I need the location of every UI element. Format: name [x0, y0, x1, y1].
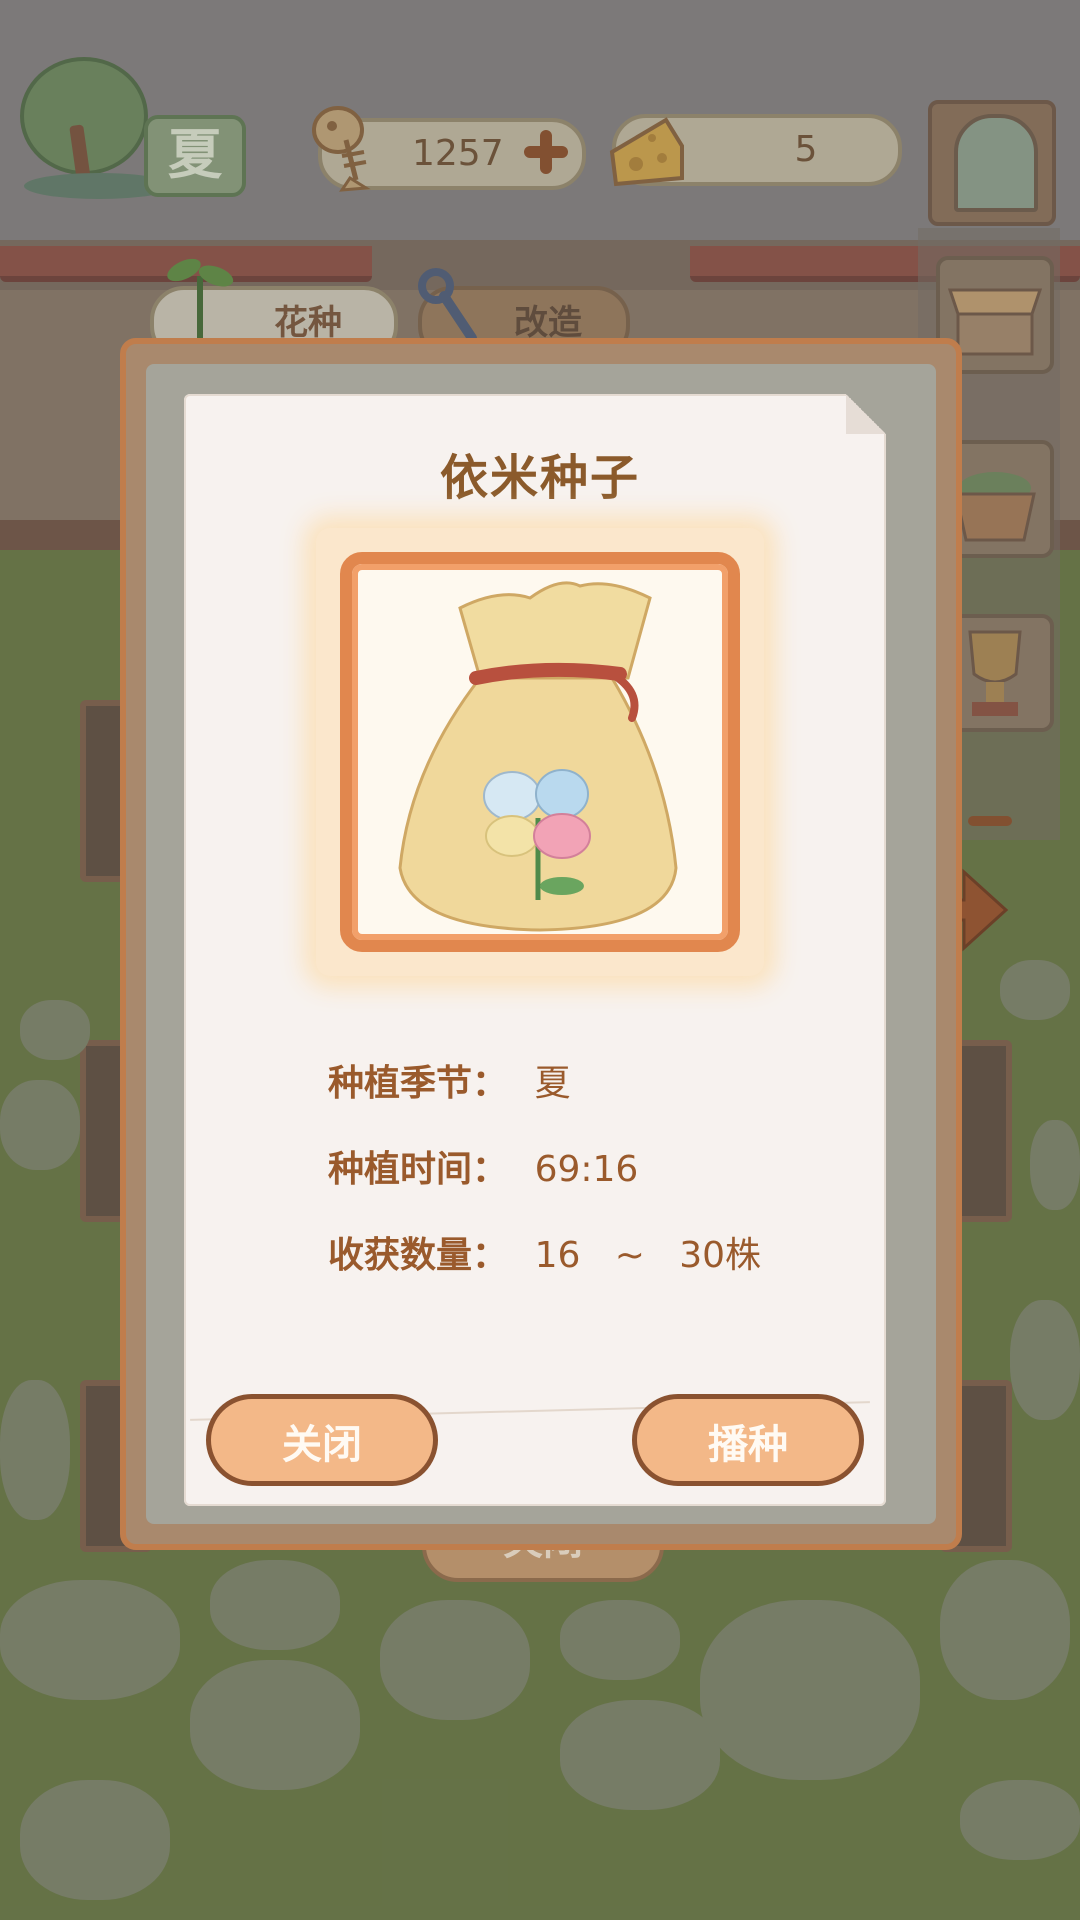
time-value: 69:16: [534, 1149, 639, 1190]
sow-button[interactable]: 播种: [632, 1394, 864, 1486]
time-label: 种植时间：: [328, 1149, 509, 1190]
season-label: 种植季节：: [328, 1063, 509, 1104]
seed-bag-icon: [398, 581, 678, 932]
info-yield-row: 收获数量： 16 ~ 30株: [328, 1226, 761, 1278]
close-button[interactable]: 关闭: [206, 1394, 438, 1486]
yield-value: 16 ~ 30株: [534, 1235, 762, 1276]
info-time-row: 种植时间： 69:16: [328, 1140, 638, 1192]
season-value: 夏: [534, 1063, 571, 1104]
info-season-row: 种植季节： 夏: [328, 1054, 571, 1106]
yield-label: 收获数量：: [328, 1235, 509, 1276]
dialog-title: 依米种子: [439, 450, 640, 506]
